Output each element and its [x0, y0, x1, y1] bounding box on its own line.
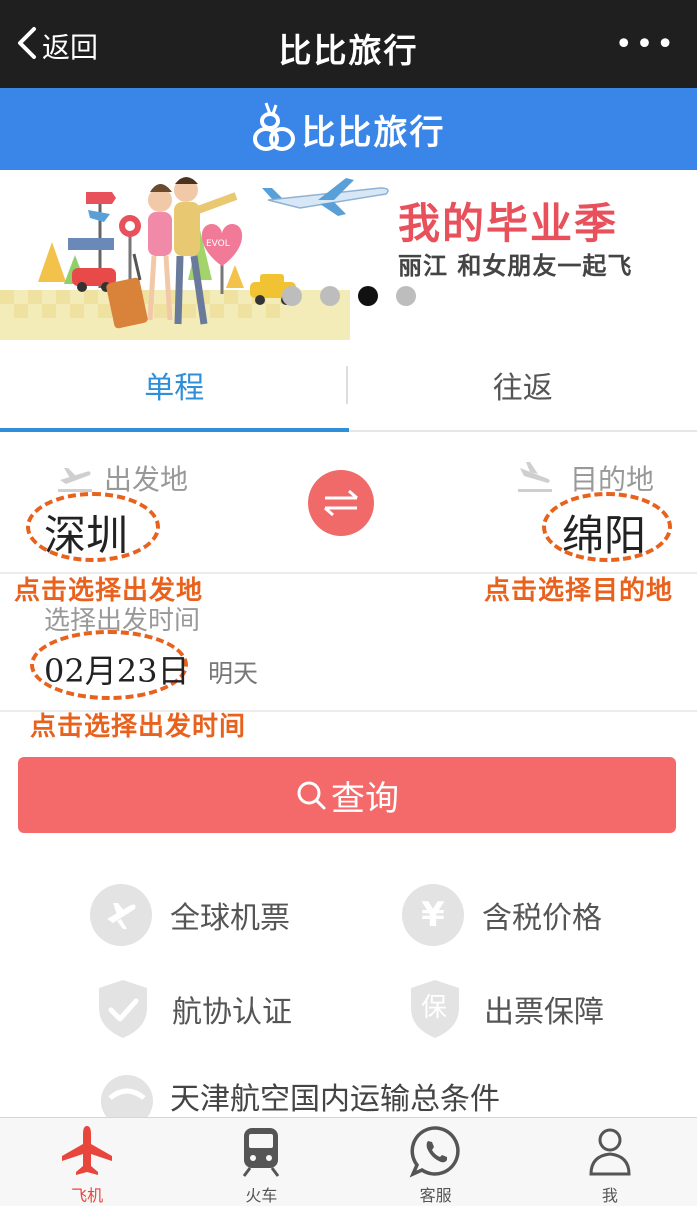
feature-label: 航协认证	[172, 995, 292, 1030]
airline-logo-icon	[101, 1075, 153, 1118]
date-label: 选择出发时间	[44, 606, 201, 636]
from-city-highlight	[26, 492, 160, 562]
page: 返回 比比旅行 ••• 比比旅行 EVOL 我的毕业季 丽江 和女朋友一起飞 单…	[0, 0, 697, 1206]
landing-icon	[518, 462, 552, 492]
tab-divider	[346, 366, 348, 404]
tab-round-trip[interactable]: 往返	[349, 340, 697, 430]
feature-label: 全球机票	[170, 901, 290, 936]
tab-one-way[interactable]: 单程	[0, 340, 349, 432]
person-icon	[589, 1128, 631, 1176]
feature-label: 含税价格	[482, 901, 602, 936]
date-value[interactable]: 02月23日	[44, 646, 189, 692]
whatsapp-icon	[409, 1126, 460, 1178]
promo-banner[interactable]: EVOL 我的毕业季 丽江 和女朋友一起飞	[0, 170, 697, 340]
date-selector[interactable]: 选择出发时间 02月23日 明天	[0, 574, 697, 712]
date-relative: 明天	[208, 659, 259, 688]
tabbar-item-me[interactable]: 我	[523, 1118, 697, 1206]
bottom-tab-bar: 飞机 火车 客服 我	[0, 1117, 697, 1206]
search-label: 查询	[331, 778, 399, 819]
tabbar-label: 火车	[245, 1186, 278, 1205]
brand-logo-icon	[252, 102, 295, 151]
banner-title: 我的毕业季	[398, 199, 619, 248]
train-icon	[243, 1128, 280, 1177]
nav-title: 比比旅行	[278, 31, 419, 70]
carousel-dot[interactable]	[320, 286, 340, 306]
swap-cities-button[interactable]	[308, 470, 374, 536]
top-nav-bar: 返回 比比旅行 •••	[0, 0, 697, 88]
feature-tax-included: ¥ 含税价格	[402, 884, 602, 946]
from-label: 出发地	[104, 463, 189, 496]
brand-name: 比比旅行	[301, 112, 446, 153]
tabbar-label: 飞机	[71, 1186, 104, 1205]
search-button[interactable]: 查询	[18, 757, 676, 833]
tabbar-label: 客服	[419, 1186, 452, 1205]
svg-text:保: 保	[421, 993, 447, 1023]
more-menu-button[interactable]: •••	[615, 30, 677, 60]
tabbar-item-trains[interactable]: 火车	[174, 1118, 348, 1206]
plane-circle-icon	[90, 884, 152, 946]
to-city-highlight	[542, 492, 672, 562]
search-icon	[297, 781, 326, 810]
shield-bao-icon: 保	[404, 978, 466, 1040]
terms-label: 天津航空国内运输总条件	[170, 1082, 500, 1117]
tabbar-item-support[interactable]: 客服	[349, 1118, 523, 1206]
airplane-icon	[62, 1126, 113, 1175]
transport-terms-link[interactable]: 天津航空国内运输总条件	[100, 1074, 500, 1118]
takeoff-icon	[58, 468, 92, 492]
shield-check-icon	[92, 978, 154, 1040]
carousel-dots	[282, 286, 416, 306]
swap-arrows-icon	[324, 489, 358, 517]
tabbar-label: 我	[601, 1186, 618, 1205]
yen-circle-icon: ¥	[402, 884, 464, 946]
feature-global-tickets: 全球机票	[90, 884, 290, 946]
carousel-dot[interactable]	[282, 286, 302, 306]
banner-subtitle: 丽江 和女朋友一起飞	[398, 252, 633, 280]
heart-sign-text: EVOL	[206, 239, 230, 249]
feature-certified: 航协认证	[92, 978, 292, 1040]
trip-type-tabs: 单程 往返	[0, 340, 697, 432]
brand-bar: 比比旅行	[0, 88, 697, 170]
feature-ticket-guarantee: 保 出票保障	[404, 978, 604, 1040]
carousel-dot[interactable]	[396, 286, 416, 306]
feature-label: 出票保障	[484, 995, 604, 1030]
tabbar-item-flights[interactable]: 飞机	[0, 1118, 174, 1206]
carousel-dot-active[interactable]	[358, 286, 378, 306]
